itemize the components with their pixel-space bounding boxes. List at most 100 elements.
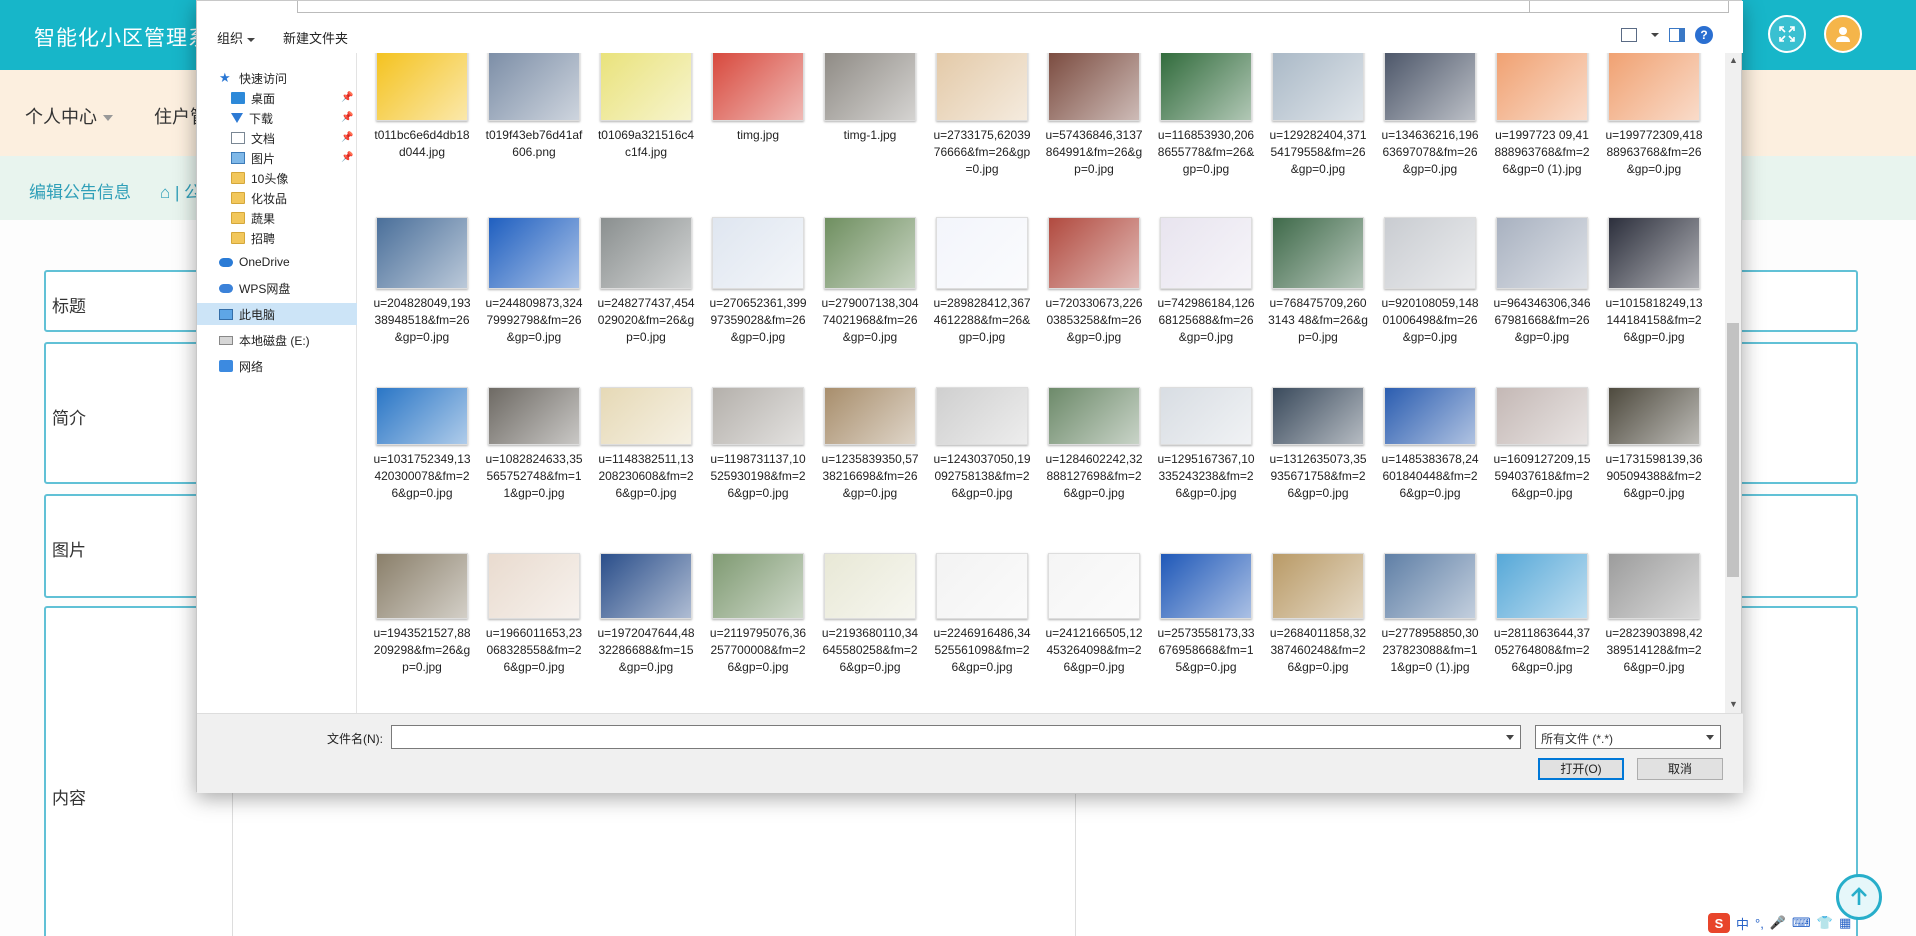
nav-pane-item[interactable]: WPS网盘 bbox=[197, 277, 357, 299]
file-name: u=1243037050,19092758138&fm=26&gp=0.jpg bbox=[933, 452, 1031, 500]
search-input[interactable] bbox=[1529, 1, 1729, 13]
file-item[interactable]: u=57436846,3137864991&fm=26&gp=0.jpg bbox=[1044, 53, 1144, 178]
skin-icon[interactable]: 👕 bbox=[1817, 915, 1833, 931]
home-icon[interactable]: ⌂ | 公 bbox=[160, 178, 201, 203]
file-item[interactable]: u=2811863644,37052764808&fm=26&gp=0.jpg bbox=[1492, 553, 1592, 676]
punctuation-icon[interactable]: °, bbox=[1755, 916, 1764, 931]
nav-pane-item[interactable]: OneDrive bbox=[197, 251, 357, 273]
nav-pane-item[interactable]: 招聘 bbox=[197, 227, 357, 249]
file-name: timg-1.jpg bbox=[843, 128, 897, 142]
filetype-select[interactable]: 所有文件 (*.*) bbox=[1535, 725, 1721, 749]
file-name: u=2778958850,30237823088&fm=11&gp=0 (1).… bbox=[1381, 626, 1479, 674]
file-item[interactable]: u=204828049,19338948518&fm=26&gp=0.jpg bbox=[372, 217, 472, 346]
file-item[interactable]: u=1198731137,10525930198&fm=26&gp=0.jpg bbox=[708, 387, 808, 502]
toolbox-icon[interactable]: ▦ bbox=[1839, 915, 1851, 931]
scroll-up-icon[interactable]: ▲ bbox=[1729, 55, 1738, 65]
file-name: u=204828049,19338948518&fm=26&gp=0.jpg bbox=[373, 296, 471, 344]
file-item[interactable]: u=1243037050,19092758138&fm=26&gp=0.jpg bbox=[932, 387, 1032, 502]
file-item[interactable]: u=1966011653,23068328558&fm=26&gp=0.jpg bbox=[484, 553, 584, 676]
file-item[interactable]: u=2823903898,42389514128&fm=26&gp=0.jpg bbox=[1604, 553, 1704, 676]
file-item[interactable]: u=2573558173,33676958668&fm=15&gp=0.jpg bbox=[1156, 553, 1256, 676]
nav-pane-item[interactable]: 图片 bbox=[197, 147, 357, 169]
file-item[interactable]: u=1082824633,35565752748&fm=11&gp=0.jpg bbox=[484, 387, 584, 502]
nav-pane-item[interactable]: 此电脑 bbox=[197, 303, 357, 325]
file-item[interactable]: u=1972047644,4832286688&fm=15&gp=0.jpg bbox=[596, 553, 696, 676]
chevron-down-icon[interactable] bbox=[1651, 33, 1659, 37]
file-item[interactable]: u=720330673,22603853258&fm=26&gp=0.jpg bbox=[1044, 217, 1144, 346]
file-item[interactable]: u=1148382511,13208230608&fm=26&gp=0.jpg bbox=[596, 387, 696, 502]
nav-pane-item[interactable]: 化妆品 bbox=[197, 187, 357, 209]
file-item[interactable]: u=270652361,39997359028&fm=26&gp=0.jpg bbox=[708, 217, 808, 346]
file-item[interactable]: u=199772309,41888963768&fm=26&gp=0.jpg bbox=[1604, 53, 1704, 178]
file-item[interactable]: u=129282404,37154179558&fm=26&gp=0.jpg bbox=[1268, 53, 1368, 178]
file-item[interactable]: u=2684011858,32387460248&fm=26&gp=0.jpg bbox=[1268, 553, 1368, 676]
file-item[interactable]: u=2246916486,34525561098&fm=26&gp=0.jpg bbox=[932, 553, 1032, 676]
help-icon[interactable]: ? bbox=[1695, 26, 1713, 44]
open-button[interactable]: 打开(O) bbox=[1538, 758, 1624, 780]
scroll-down-icon[interactable]: ▼ bbox=[1729, 699, 1738, 709]
file-thumbnail bbox=[712, 217, 804, 289]
fullscreen-button[interactable] bbox=[1768, 15, 1806, 53]
file-name: u=1031752349,13420300078&fm=26&gp=0.jpg bbox=[373, 452, 471, 500]
user-avatar-button[interactable] bbox=[1824, 15, 1862, 53]
wps-icon bbox=[219, 283, 233, 293]
preview-pane-icon[interactable] bbox=[1669, 28, 1685, 42]
file-item[interactable]: u=248277437,454029020&fm=26&gp=0.jpg bbox=[596, 217, 696, 346]
file-item[interactable]: u=244809873,32479992798&fm=26&gp=0.jpg bbox=[484, 217, 584, 346]
scrollbar-thumb[interactable] bbox=[1727, 323, 1739, 577]
file-item[interactable]: u=1235839350,5738216698&fm=26&gp=0.jpg bbox=[820, 387, 920, 502]
star-icon: ★ bbox=[219, 70, 231, 85]
file-item[interactable]: u=289828412,3674612288&fm=26&gp=0.jpg bbox=[932, 217, 1032, 346]
nav-pane-item[interactable]: 桌面 bbox=[197, 87, 357, 109]
new-folder-button[interactable]: 新建文件夹 bbox=[283, 28, 348, 47]
filename-input[interactable] bbox=[391, 725, 1521, 749]
nav-pane-item[interactable]: 文档 bbox=[197, 127, 357, 149]
nav-item-personal-center[interactable]: 个人中心 bbox=[25, 103, 113, 129]
file-item[interactable]: u=116853930,2068655778&fm=26&gp=0.jpg bbox=[1156, 53, 1256, 178]
file-item[interactable]: u=2193680110,34645580258&fm=26&gp=0.jpg bbox=[820, 553, 920, 676]
file-item[interactable]: u=742986184,12668125688&fm=26&gp=0.jpg bbox=[1156, 217, 1256, 346]
nav-pane-item[interactable]: 本地磁盘 (E:) bbox=[197, 329, 357, 351]
file-item[interactable]: u=1609127209,15594037618&fm=26&gp=0.jpg bbox=[1492, 387, 1592, 502]
file-item[interactable]: u=1485383678,24601840448&fm=26&gp=0.jpg bbox=[1380, 387, 1480, 502]
file-item[interactable]: u=2412166505,12453264098&fm=26&gp=0.jpg bbox=[1044, 553, 1144, 676]
nav-pane-item[interactable]: 10头像 bbox=[197, 167, 357, 189]
file-item[interactable]: t01069a321516c4c1f4.jpg bbox=[596, 53, 696, 161]
file-item[interactable]: u=279007138,30474021968&fm=26&gp=0.jpg bbox=[820, 217, 920, 346]
cancel-button[interactable]: 取消 bbox=[1637, 758, 1723, 780]
nav-pane-item[interactable]: 下载 bbox=[197, 107, 357, 129]
file-item[interactable]: u=1731598139,36905094388&fm=26&gp=0.jpg bbox=[1604, 387, 1704, 502]
file-thumbnail bbox=[1272, 553, 1364, 619]
address-bar[interactable] bbox=[297, 1, 1577, 13]
view-mode-icon[interactable] bbox=[1621, 28, 1637, 42]
file-item[interactable]: u=1031752349,13420300078&fm=26&gp=0.jpg bbox=[372, 387, 472, 502]
file-item[interactable]: u=1295167367,10335243238&fm=26&gp=0.jpg bbox=[1156, 387, 1256, 502]
file-item[interactable]: u=1943521527,88209298&fm=26&gp=0.jpg bbox=[372, 553, 472, 676]
net-icon bbox=[219, 360, 233, 372]
keyboard-icon[interactable]: ⌨ bbox=[1792, 915, 1811, 931]
sogou-ime-icon[interactable]: S bbox=[1708, 913, 1730, 933]
nav-pane-item[interactable]: 网络 bbox=[197, 355, 357, 377]
file-item[interactable]: u=768475709,2603143 48&fm=26&gp=0.jpg bbox=[1268, 217, 1368, 346]
organize-button[interactable]: 组织 bbox=[217, 28, 256, 47]
file-item[interactable]: u=920108059,14801006498&fm=26&gp=0.jpg bbox=[1380, 217, 1480, 346]
nav-pane-item[interactable]: ★ 快速访问 bbox=[197, 67, 357, 89]
file-item[interactable]: u=2778958850,30237823088&fm=11&gp=0 (1).… bbox=[1380, 553, 1480, 676]
file-item[interactable]: t011bc6e6d4db18d044.jpg bbox=[372, 53, 472, 161]
file-item[interactable]: u=964346306,34667981668&fm=26&gp=0.jpg bbox=[1492, 217, 1592, 346]
microphone-icon[interactable]: 🎤 bbox=[1770, 915, 1786, 931]
nav-pane-item[interactable]: 蔬果 bbox=[197, 207, 357, 229]
file-item[interactable]: u=134636216,19663697078&fm=26&gp=0.jpg bbox=[1380, 53, 1480, 178]
ime-mode-indicator[interactable]: 中 bbox=[1736, 914, 1749, 933]
file-item[interactable]: timg.jpg bbox=[708, 53, 808, 144]
file-item[interactable]: u=2733175,6203976666&fm=26&gp=0.jpg bbox=[932, 53, 1032, 178]
file-item[interactable]: u=2119795076,36257700008&fm=26&gp=0.jpg bbox=[708, 553, 808, 676]
file-item[interactable]: u=1997723 09,41888963768&fm=26&gp=0 (1).… bbox=[1492, 53, 1592, 178]
file-item[interactable]: u=1312635073,35935671758&fm=26&gp=0.jpg bbox=[1268, 387, 1368, 502]
file-item[interactable]: timg-1.jpg bbox=[820, 53, 920, 144]
file-item[interactable]: t019f43eb76d41af606.png bbox=[484, 53, 584, 161]
file-item[interactable]: u=1284602242,32888127698&fm=26&gp=0.jpg bbox=[1044, 387, 1144, 502]
vertical-scrollbar[interactable]: ▲ ▼ bbox=[1725, 53, 1741, 713]
file-item[interactable]: u=1015818249,13144184158&fm=26&gp=0.jpg bbox=[1604, 217, 1704, 346]
file-name: u=270652361,39997359028&fm=26&gp=0.jpg bbox=[709, 296, 807, 344]
